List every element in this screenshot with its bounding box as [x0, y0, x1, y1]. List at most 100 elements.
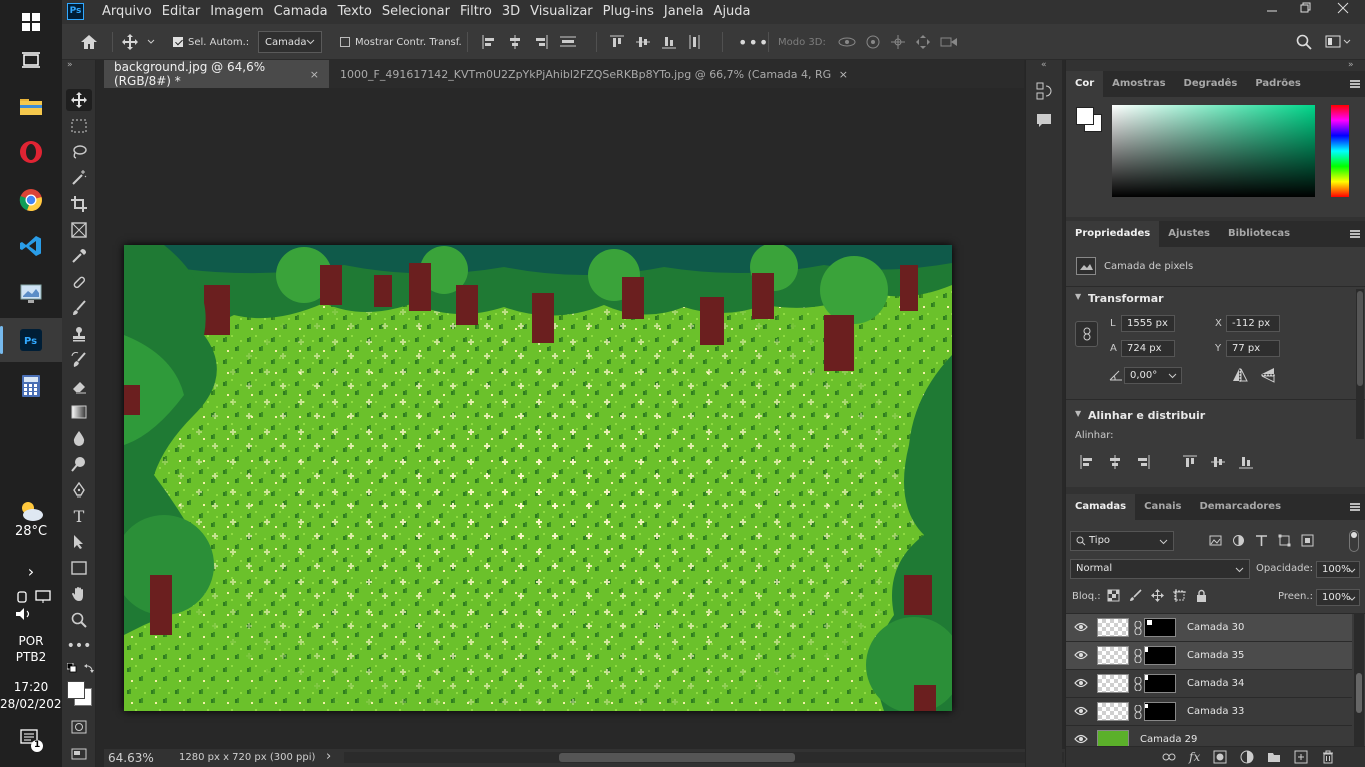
- menu-arquivo[interactable]: Arquivo: [97, 0, 157, 24]
- menu-ajuda[interactable]: Ajuda: [709, 0, 756, 24]
- workspace-switcher-icon[interactable]: [1325, 24, 1351, 60]
- menu-visualizar[interactable]: Visualizar: [525, 0, 598, 24]
- height-input[interactable]: 724 px: [1121, 340, 1175, 357]
- type-tool-icon[interactable]: T: [66, 505, 92, 527]
- layer-filter-dropdown[interactable]: Tipo: [1070, 531, 1174, 551]
- brush-tool-icon[interactable]: [66, 297, 92, 319]
- layer-mask-thumbnail[interactable]: [1144, 674, 1176, 693]
- pen-tool-icon[interactable]: [66, 479, 92, 501]
- keyboard-layout-indicator[interactable]: PTB2: [0, 650, 62, 664]
- align-top-edges-icon[interactable]: [1183, 455, 1197, 469]
- document-info[interactable]: 1280 px x 720 px (300 ppi): [179, 752, 315, 763]
- auto-select-checkbox[interactable]: [173, 37, 183, 47]
- align-bottom-edges-icon[interactable]: [1239, 455, 1253, 469]
- lock-image-pixels-icon[interactable]: [1129, 589, 1142, 602]
- menu-plugins[interactable]: Plug-ins: [598, 0, 659, 24]
- healing-brush-icon[interactable]: [66, 271, 92, 293]
- panel-menu-icon[interactable]: [1350, 230, 1360, 238]
- home-icon[interactable]: [80, 24, 98, 60]
- show-transform-controls-checkbox[interactable]: [340, 37, 350, 47]
- path-selection-icon[interactable]: [66, 531, 92, 553]
- 3d-pan-icon[interactable]: [890, 34, 906, 50]
- align-right-edges-icon[interactable]: [1136, 455, 1150, 469]
- align-top-edges-icon[interactable]: [610, 35, 624, 49]
- menu-3d[interactable]: 3D: [497, 0, 525, 24]
- visibility-eye-icon[interactable]: [1074, 734, 1088, 744]
- quick-mask-icon[interactable]: [66, 716, 92, 738]
- new-group-icon[interactable]: [1267, 750, 1281, 764]
- layer-thumbnail[interactable]: [1097, 730, 1129, 746]
- search-icon[interactable]: [1296, 24, 1312, 60]
- swap-colors-icon[interactable]: [84, 663, 94, 673]
- chevron-down-icon[interactable]: ▼: [1075, 409, 1081, 418]
- tab-stock-image[interactable]: 1000_F_491617142_KVTm0U2ZpYkPjAhibl2FZQS…: [330, 60, 858, 88]
- 3d-orbit-icon[interactable]: [838, 35, 856, 49]
- color-field[interactable]: [1112, 105, 1315, 197]
- lock-all-icon[interactable]: [1195, 589, 1208, 602]
- blend-mode-dropdown[interactable]: Normal: [1070, 559, 1250, 579]
- layer-thumbnail[interactable]: [1097, 646, 1129, 665]
- align-bottom-edges-icon[interactable]: [662, 35, 676, 49]
- photoshop-icon[interactable]: Ps: [0, 318, 62, 362]
- mask-link-icon[interactable]: [1134, 677, 1142, 691]
- flip-vertical-icon[interactable]: [1261, 367, 1275, 386]
- width-input[interactable]: 1555 px: [1121, 315, 1175, 332]
- show-hidden-icons-chevron-icon[interactable]: ›: [0, 562, 62, 581]
- canvas-horizontal-scrollbar[interactable]: [344, 752, 1064, 763]
- tab-degrades[interactable]: Degradês: [1175, 71, 1247, 97]
- mask-link-icon[interactable]: [1134, 649, 1142, 663]
- hand-tool-icon[interactable]: [66, 583, 92, 605]
- distribute-icon[interactable]: [560, 35, 576, 49]
- filter-type-icon[interactable]: [1255, 534, 1268, 547]
- filter-adjustment-icon[interactable]: [1232, 534, 1245, 547]
- lasso-tool-icon[interactable]: [66, 141, 92, 163]
- document-canvas[interactable]: [124, 245, 952, 711]
- zoom-tool-icon[interactable]: [66, 609, 92, 631]
- minimize-icon[interactable]: [1254, 0, 1289, 24]
- layer-name[interactable]: Camada 33: [1187, 706, 1244, 717]
- tab-ajustes[interactable]: Ajustes: [1159, 221, 1219, 247]
- system-tray-icons[interactable]: [14, 588, 54, 624]
- expand-panels-icon[interactable]: «: [1041, 60, 1047, 70]
- align-right-edges-icon[interactable]: [534, 35, 548, 49]
- zoom-level[interactable]: 64.63%: [108, 751, 154, 765]
- collapse-panels-icon[interactable]: »: [1348, 60, 1354, 70]
- align-vertical-centers-icon[interactable]: [636, 35, 650, 49]
- close-window-icon[interactable]: [1325, 0, 1360, 24]
- layer-name[interactable]: Camada 35: [1187, 650, 1244, 661]
- visibility-eye-icon[interactable]: [1074, 622, 1088, 632]
- gradient-tool-icon[interactable]: [66, 401, 92, 423]
- layer-mask-thumbnail[interactable]: [1144, 702, 1176, 721]
- default-colors-icon[interactable]: [66, 662, 77, 673]
- clone-stamp-icon[interactable]: [66, 323, 92, 345]
- auto-select-target-dropdown[interactable]: Camada: [258, 31, 322, 53]
- layer-row-camada-30[interactable]: Camada 30: [1066, 614, 1352, 642]
- delete-layer-icon[interactable]: [1321, 750, 1335, 764]
- rectangle-tool-icon[interactable]: [66, 557, 92, 579]
- opera-icon[interactable]: [0, 130, 62, 174]
- mask-link-icon[interactable]: [1134, 705, 1142, 719]
- menu-selecionar[interactable]: Selecionar: [377, 0, 455, 24]
- 3d-roll-icon[interactable]: [865, 34, 881, 50]
- scrollbar-thumb[interactable]: [1357, 291, 1363, 386]
- scrollbar-thumb[interactable]: [1356, 673, 1362, 713]
- flip-horizontal-icon[interactable]: [1232, 368, 1248, 385]
- opacity-input[interactable]: 100%: [1316, 561, 1360, 578]
- close-tab-icon[interactable]: ×: [839, 68, 848, 81]
- rectangular-marquee-icon[interactable]: [66, 115, 92, 137]
- move-tool-icon[interactable]: [66, 89, 92, 111]
- blur-tool-icon[interactable]: [66, 427, 92, 449]
- filter-toggle[interactable]: [1349, 530, 1359, 552]
- layer-thumbnail[interactable]: [1097, 702, 1129, 721]
- more-options-icon[interactable]: •••: [738, 24, 769, 60]
- menu-filtro[interactable]: Filtro: [455, 0, 497, 24]
- visibility-eye-icon[interactable]: [1074, 706, 1088, 716]
- crop-tool-icon[interactable]: [66, 193, 92, 215]
- notification-center-icon[interactable]: 1: [20, 728, 46, 754]
- y-input[interactable]: 77 px: [1226, 340, 1280, 357]
- 3d-slide-icon[interactable]: [915, 34, 931, 50]
- move-tool-preset-icon[interactable]: [122, 24, 156, 60]
- magic-wand-icon[interactable]: [66, 167, 92, 189]
- chevron-down-icon[interactable]: ▼: [1075, 292, 1081, 301]
- align-vertical-centers-icon[interactable]: [1211, 455, 1225, 469]
